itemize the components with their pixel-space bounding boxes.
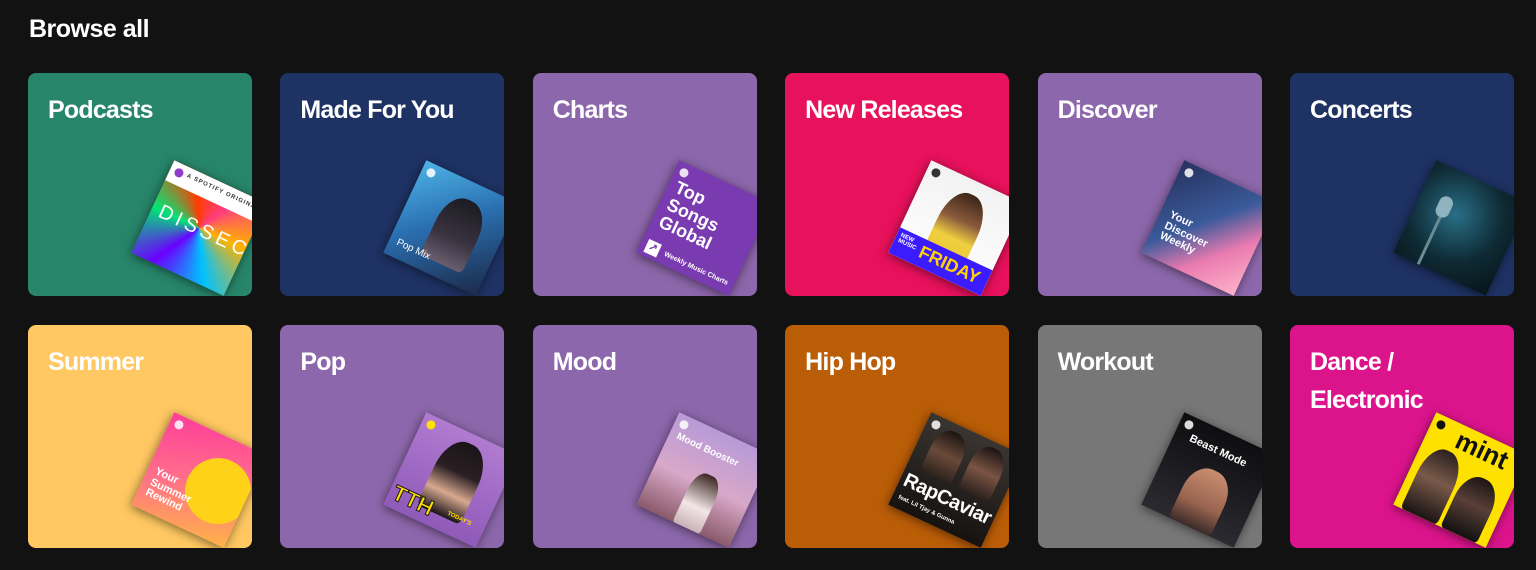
person-photo <box>672 469 724 535</box>
category-tile-made-for-you[interactable]: Made For You Pop Mix <box>280 73 505 296</box>
cover-title: Your Discover Weekly <box>1157 208 1210 257</box>
playlist-cover-image: Pop Mix <box>383 160 505 296</box>
tile-title: Hip Hop <box>805 348 896 376</box>
cover-title: Top Songs Global <box>655 177 722 254</box>
tile-title: Discover <box>1057 96 1158 124</box>
mic-stand <box>1416 216 1442 265</box>
workout-cover-image: Beast Mode <box>1140 412 1262 548</box>
podcast-cover-image: A SPOTIFY ORIGINAL DISSECT <box>131 160 252 296</box>
arrow-icon: ↗ <box>643 238 662 258</box>
category-grid: Podcasts A SPOTIFY ORIGINAL DISSECT Made… <box>28 73 1514 548</box>
dance-cover-image: mint <box>1393 412 1514 548</box>
category-tile-pop[interactable]: Pop TTH TODAY'S <box>280 325 505 548</box>
cover-title: Mood Booster <box>674 431 741 470</box>
mood-cover-image: Mood Booster <box>636 412 757 548</box>
tile-title: Charts <box>552 96 628 124</box>
category-tile-podcasts[interactable]: Podcasts A SPOTIFY ORIGINAL DISSECT <box>28 73 252 296</box>
category-tile-concerts[interactable]: Concerts <box>1289 73 1514 296</box>
tile-title: New Releases <box>805 96 963 124</box>
category-tile-workout[interactable]: Workout Beast Mode <box>1037 325 1262 548</box>
category-tile-summer[interactable]: Summer Your Summer Rewind <box>28 325 252 548</box>
category-tile-discover[interactable]: Discover Your Discover Weekly <box>1037 73 1262 296</box>
browse-all-heading: Browse all <box>29 15 150 43</box>
cover-title: mint <box>1450 424 1514 476</box>
pop-cover-image: TTH TODAY'S <box>383 412 505 548</box>
tile-title: Dance / Electronic <box>1309 348 1424 414</box>
category-tile-new-releases[interactable]: New Releases NEW MUSIC FRIDAY <box>785 73 1010 296</box>
microphone-icon <box>1433 194 1456 220</box>
cover-subtitle: Weekly Music Charts <box>662 250 729 287</box>
category-tile-hip-hop[interactable]: Hip Hop RapCaviar feat. Lil Tjay & Gunna <box>785 325 1010 548</box>
person-photo <box>1167 461 1236 537</box>
person-photo <box>957 441 1010 503</box>
discover-cover-image: Your Discover Weekly <box>1140 160 1262 296</box>
tile-title: Made For You <box>300 96 454 124</box>
category-tile-mood[interactable]: Mood Mood Booster <box>532 325 757 548</box>
chart-cover-image: Top Songs Global ↗ Weekly Music Charts <box>636 160 757 296</box>
cover-title: Beast Mode <box>1186 432 1249 470</box>
tile-title: Workout <box>1057 348 1154 376</box>
category-tile-charts[interactable]: Charts Top Songs Global ↗ Weekly Music C… <box>532 73 757 296</box>
tile-title: Podcasts <box>48 96 154 124</box>
hiphop-cover-image: RapCaviar feat. Lil Tjay & Gunna <box>888 412 1010 548</box>
person-photo <box>420 190 492 274</box>
tile-title: Mood <box>552 348 617 376</box>
summer-cover-image: Your Summer Rewind <box>131 412 252 548</box>
tile-title: Summer <box>48 348 144 376</box>
category-tile-dance-electronic[interactable]: Dance / Electronic mint <box>1289 325 1514 548</box>
tile-title: Pop <box>300 348 346 376</box>
concert-cover-image <box>1393 160 1514 296</box>
tile-title: Concerts <box>1309 96 1413 124</box>
release-cover-image: NEW MUSIC FRIDAY <box>888 160 1010 296</box>
